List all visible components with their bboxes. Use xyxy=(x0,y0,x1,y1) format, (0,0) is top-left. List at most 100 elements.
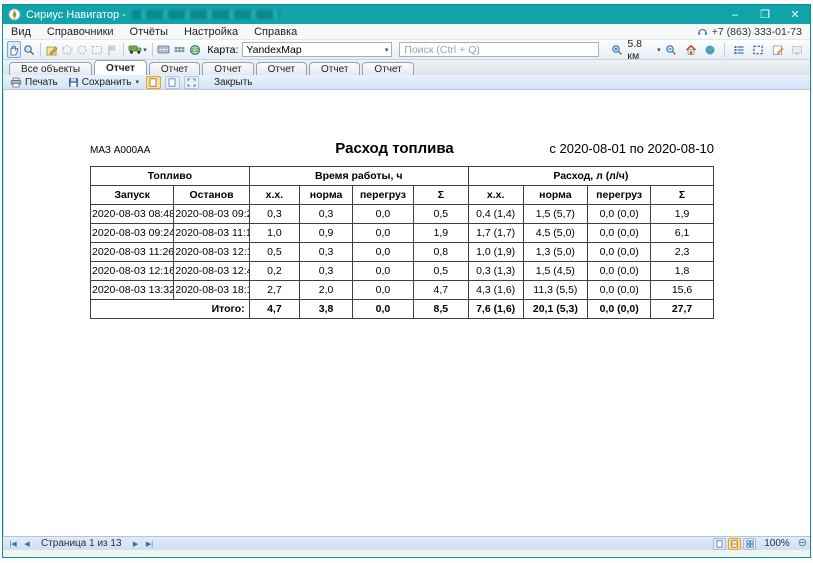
next-page-button[interactable]: ▶ xyxy=(129,538,143,550)
totals-value-0: 4,7 xyxy=(249,300,299,319)
map-label: Карта: xyxy=(207,44,238,56)
edit-map-tool-button[interactable] xyxy=(45,41,59,58)
edit-pencil-icon xyxy=(46,44,58,56)
column-header-8: перегруз xyxy=(588,186,651,205)
monitor-button[interactable] xyxy=(789,41,807,58)
home-view-button[interactable] xyxy=(682,41,700,58)
cell-r0-c6: 0,4 (1,4) xyxy=(468,205,523,224)
maximize-button[interactable]: ❒ xyxy=(750,5,780,24)
tab-5[interactable]: Отчет xyxy=(309,62,360,75)
cell-r4-c9: 15,6 xyxy=(651,281,714,300)
column-header-0: Запуск xyxy=(91,186,174,205)
cell-r1-c5: 1,9 xyxy=(413,224,468,243)
caret-down-icon: ▾ xyxy=(135,78,139,86)
zoom-area-tool-button[interactable] xyxy=(22,41,36,58)
cell-r3-c5: 0,5 xyxy=(413,262,468,281)
vehicle-menu-button[interactable]: ▾ xyxy=(127,41,148,58)
cell-r4-c7: 11,3 (5,5) xyxy=(523,281,588,300)
tab-2[interactable]: Отчет xyxy=(149,62,200,75)
cell-r3-c1: 2020-08-03 12:48 xyxy=(174,262,249,281)
selection-frame-button[interactable] xyxy=(750,41,768,58)
fit-width-icon xyxy=(731,540,738,548)
rectangle-icon xyxy=(91,44,103,56)
page-view-single-button[interactable] xyxy=(146,76,161,89)
cell-r2-c8: 0,0 (0,0) xyxy=(588,243,651,262)
print-button[interactable]: Печать xyxy=(7,76,61,89)
cell-r3-c9: 1,8 xyxy=(651,262,714,281)
report-period: с 2020-08-01 по 2020-08-10 xyxy=(529,141,714,156)
cell-r4-c0: 2020-08-03 13:32 xyxy=(91,281,174,300)
rectangle-tool-button[interactable] xyxy=(90,41,104,58)
cell-r3-c0: 2020-08-03 12:16 xyxy=(91,262,174,281)
tab-6[interactable]: Отчет xyxy=(362,62,413,75)
group-header-2: Расход, л (л/ч) xyxy=(468,167,713,186)
route-flag-tool-button[interactable] xyxy=(105,41,119,58)
close-button[interactable]: ✕ xyxy=(780,5,810,24)
railway-tool-button[interactable] xyxy=(172,41,187,58)
list-icon xyxy=(733,44,745,56)
note-edit-icon xyxy=(772,44,784,56)
polygon-tool-button[interactable] xyxy=(60,41,74,58)
table-row: 2020-08-03 11:262020-08-03 12:140,50,30,… xyxy=(91,243,714,262)
close-report-button[interactable]: Закрыть xyxy=(211,76,256,89)
tab-0[interactable]: Все объекты xyxy=(9,62,92,75)
minimize-button[interactable]: – xyxy=(720,5,750,24)
page-view-fit-button[interactable] xyxy=(184,76,199,89)
menu-item-0[interactable]: Вид xyxy=(3,24,39,39)
zoom-in-button[interactable] xyxy=(608,41,626,58)
cell-r4-c5: 4,7 xyxy=(413,281,468,300)
zoom-out-button[interactable] xyxy=(663,41,681,58)
map-provider-select[interactable]: YandexMap ▾ xyxy=(242,42,392,57)
menu-item-2[interactable]: Отчёты xyxy=(122,24,176,39)
zoom-out-minus-button[interactable]: ⊖ xyxy=(798,538,807,549)
view-multi-page-button[interactable] xyxy=(743,538,756,550)
vehicle-name: МАЗ А000АА xyxy=(90,145,260,156)
cell-r1-c7: 4,5 (5,0) xyxy=(523,224,588,243)
group-header-0: Топливо xyxy=(91,167,250,186)
map-view-button[interactable] xyxy=(702,41,720,58)
map-scale-value[interactable]: 5.8 км xyxy=(627,38,654,62)
totals-value-7: 27,7 xyxy=(651,300,714,319)
main-toolbar: ▾ Карта: Ya xyxy=(3,40,810,60)
search-input[interactable] xyxy=(399,42,598,57)
road-icon xyxy=(157,44,170,55)
menu-item-1[interactable]: Справочники xyxy=(39,24,122,39)
prev-page-button[interactable]: ◀ xyxy=(20,538,34,550)
menu-item-3[interactable]: Настройка xyxy=(176,24,246,39)
pan-hand-tool-button[interactable] xyxy=(7,41,21,58)
cell-r2-c7: 1,3 (5,0) xyxy=(523,243,588,262)
view-fit-page-button[interactable] xyxy=(728,538,741,550)
first-page-button[interactable]: |◀ xyxy=(6,538,20,550)
caret-down-icon: ▾ xyxy=(143,46,147,54)
caret-down-icon: ▾ xyxy=(385,46,389,54)
object-list-button[interactable] xyxy=(730,41,748,58)
column-header-4: перегруз xyxy=(352,186,413,205)
report-toolbar: Печать Сохранить ▾ Зак xyxy=(3,75,810,90)
cell-r2-c0: 2020-08-03 11:26 xyxy=(91,243,174,262)
tab-1[interactable]: Отчет xyxy=(94,60,147,75)
tab-4[interactable]: Отчет xyxy=(256,62,307,75)
track-tool-button[interactable] xyxy=(156,41,171,58)
printer-icon xyxy=(10,77,22,88)
cell-r0-c9: 1,9 xyxy=(651,205,714,224)
cell-r4-c3: 2,0 xyxy=(300,281,353,300)
multi-page-icon xyxy=(746,540,754,548)
save-button[interactable]: Сохранить ▾ xyxy=(65,76,142,89)
view-single-page-button[interactable] xyxy=(713,538,726,550)
cell-r2-c5: 0,8 xyxy=(413,243,468,262)
menu-item-4[interactable]: Справка xyxy=(246,24,305,39)
magnifier-icon xyxy=(23,44,35,56)
column-header-9: Σ xyxy=(651,186,714,205)
page-view-width-button[interactable] xyxy=(165,76,180,89)
tab-3[interactable]: Отчет xyxy=(202,62,253,75)
table-row: 2020-08-03 08:482020-08-03 09:200,30,30,… xyxy=(91,205,714,224)
last-page-button[interactable]: ▶| xyxy=(143,538,157,550)
cell-r0-c2: 0,3 xyxy=(249,205,299,224)
fit-page-icon xyxy=(187,78,196,87)
geozones-tool-button[interactable] xyxy=(188,41,202,58)
notes-button[interactable] xyxy=(769,41,787,58)
totals-label: Итого: xyxy=(91,300,250,319)
circle-tool-button[interactable] xyxy=(75,41,89,58)
cell-r4-c2: 2,7 xyxy=(249,281,299,300)
cell-r2-c3: 0,3 xyxy=(300,243,353,262)
